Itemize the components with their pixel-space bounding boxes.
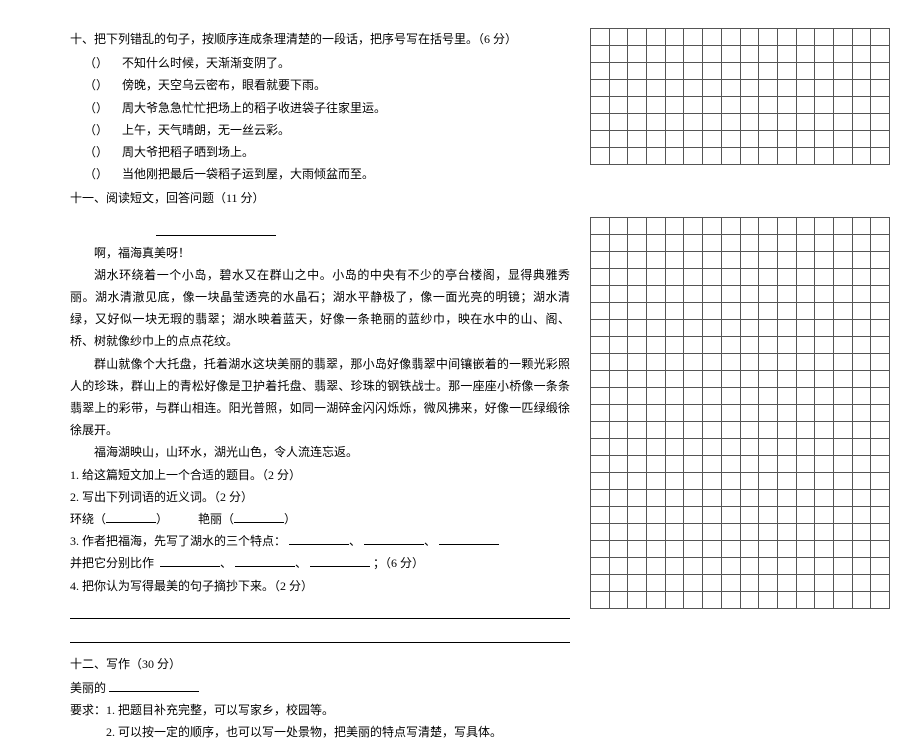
paren-blank[interactable] [70, 119, 122, 141]
q10-heading: 十、把下列错乱的句子，按顺序连成条理清楚的一段话，把序号写在括号里。（6 分） [70, 28, 570, 50]
req-label: 要求： [70, 703, 106, 717]
q12-req2-line: 2. 可以按一定的顺序，也可以写一处景物，把美丽的特点写清楚，写具体。 [70, 721, 570, 743]
q10-item: 周大爷把稻子晒到场上。 [70, 141, 570, 163]
q12-req1-line: 要求：1. 把题目补充完整，可以写家乡，校园等。 [70, 699, 570, 721]
q12-req1: 1. 把题目补充完整，可以写家乡，校园等。 [106, 703, 334, 717]
sub2-label-d: ） [284, 512, 296, 526]
q10-item-text: 当他刚把最后一袋稻子运到屋，大雨倾盆而至。 [122, 167, 374, 181]
answer-blank[interactable] [310, 555, 370, 567]
q10-item-text: 上午，天气晴朗，无一丝云彩。 [122, 123, 290, 137]
paren-blank[interactable] [70, 74, 122, 96]
q10-item-text: 周大爷急急忙忙把场上的稻子收进袋子往家里运。 [122, 101, 386, 115]
q10-item: 周大爷急急忙忙把场上的稻子收进袋子往家里运。 [70, 97, 570, 119]
title-blank[interactable] [156, 222, 276, 236]
writing-grid-top[interactable] [590, 28, 890, 165]
q12-req2: 2. 可以按一定的顺序，也可以写一处景物，把美丽的特点写清楚，写具体。 [106, 725, 502, 739]
left-column: 十、把下列错乱的句子，按顺序连成条理清楚的一段话，把序号写在括号里。（6 分） … [70, 28, 590, 609]
paren-blank[interactable] [70, 141, 122, 163]
q10-item: 当他刚把最后一袋稻子运到屋，大雨倾盆而至。 [70, 163, 570, 185]
q10-item: 上午，天气晴朗，无一丝云彩。 [70, 119, 570, 141]
answer-blank[interactable] [234, 511, 284, 523]
q11-heading: 十一、阅读短文，回答问题（11 分） [70, 187, 570, 209]
q11-p4: 福海湖映山，山环水，湖光山色，令人流连忘返。 [70, 441, 570, 463]
q10-item-text: 不知什么时候，天渐渐变阴了。 [122, 56, 290, 70]
sep: 、 [220, 556, 232, 570]
answer-blank[interactable] [106, 511, 156, 523]
sub3c: ；（6 分） [373, 556, 424, 570]
paren-blank[interactable] [70, 97, 122, 119]
q11-sub3-line2: 并把它分别比作 、 、 ；（6 分） [70, 552, 570, 574]
answer-line[interactable] [70, 601, 570, 619]
q10-item: 不知什么时候，天渐渐变阴了。 [70, 52, 570, 74]
title-fill-blank[interactable] [109, 680, 199, 692]
answer-blank[interactable] [364, 533, 424, 545]
q11-p2: 湖水环绕着一个小岛，碧水又在群山之中。小岛的中央有不少的亭台楼阁，显得典雅秀丽。… [70, 264, 570, 353]
q10-item-text: 傍晚，天空乌云密布，眼看就要下雨。 [122, 78, 326, 92]
q11-sub4: 4. 把你认为写得最美的句子摘抄下来。（2 分） [70, 575, 570, 597]
q11-sub3-line1: 3. 作者把福海，先写了湖水的三个特点： 、 、 [70, 530, 570, 552]
q10-item: 傍晚，天空乌云密布，眼看就要下雨。 [70, 74, 570, 96]
sep: 、 [424, 534, 436, 548]
q10-item-text: 周大爷把稻子晒到场上。 [122, 145, 254, 159]
answer-line[interactable] [70, 625, 570, 643]
q11-sub1: 1. 给这篇短文加上一个合适的题目。（2 分） [70, 464, 570, 486]
sub2-label-a: 环绕（ [70, 512, 106, 526]
answer-blank[interactable] [439, 533, 499, 545]
q11-p1: 啊，福海真美呀！ [70, 242, 570, 264]
paren-blank[interactable] [70, 163, 122, 185]
sep: 、 [295, 556, 307, 570]
sub3b: 并把它分别比作 [70, 556, 154, 570]
q12-title-prefix: 美丽的 [70, 681, 106, 695]
sub2-label-b: ） [156, 512, 168, 526]
q12-heading: 十二、写作（30 分） [70, 653, 570, 675]
writing-grid-bottom[interactable] [590, 217, 890, 609]
q12-title-line: 美丽的 [70, 677, 570, 699]
sub3-prefix: 3. 作者把福海，先写了湖水的三个特点： [70, 534, 286, 548]
sub2-label-c: 艳丽（ [198, 512, 234, 526]
paren-blank[interactable] [70, 52, 122, 74]
answer-blank[interactable] [289, 533, 349, 545]
q11-sub2-line: 环绕（ ） 艳丽（ ） [70, 508, 570, 530]
answer-blank[interactable] [235, 555, 295, 567]
q11-p3: 群山就像个大托盘，托着湖水这块美丽的翡翠，那小岛好像翡翠中间镶嵌着的一颗光彩照人… [70, 353, 570, 442]
sep: 、 [349, 534, 361, 548]
q11-sub2: 2. 写出下列词语的近义词。（2 分） [70, 486, 570, 508]
answer-blank[interactable] [160, 555, 220, 567]
right-column [590, 28, 890, 609]
